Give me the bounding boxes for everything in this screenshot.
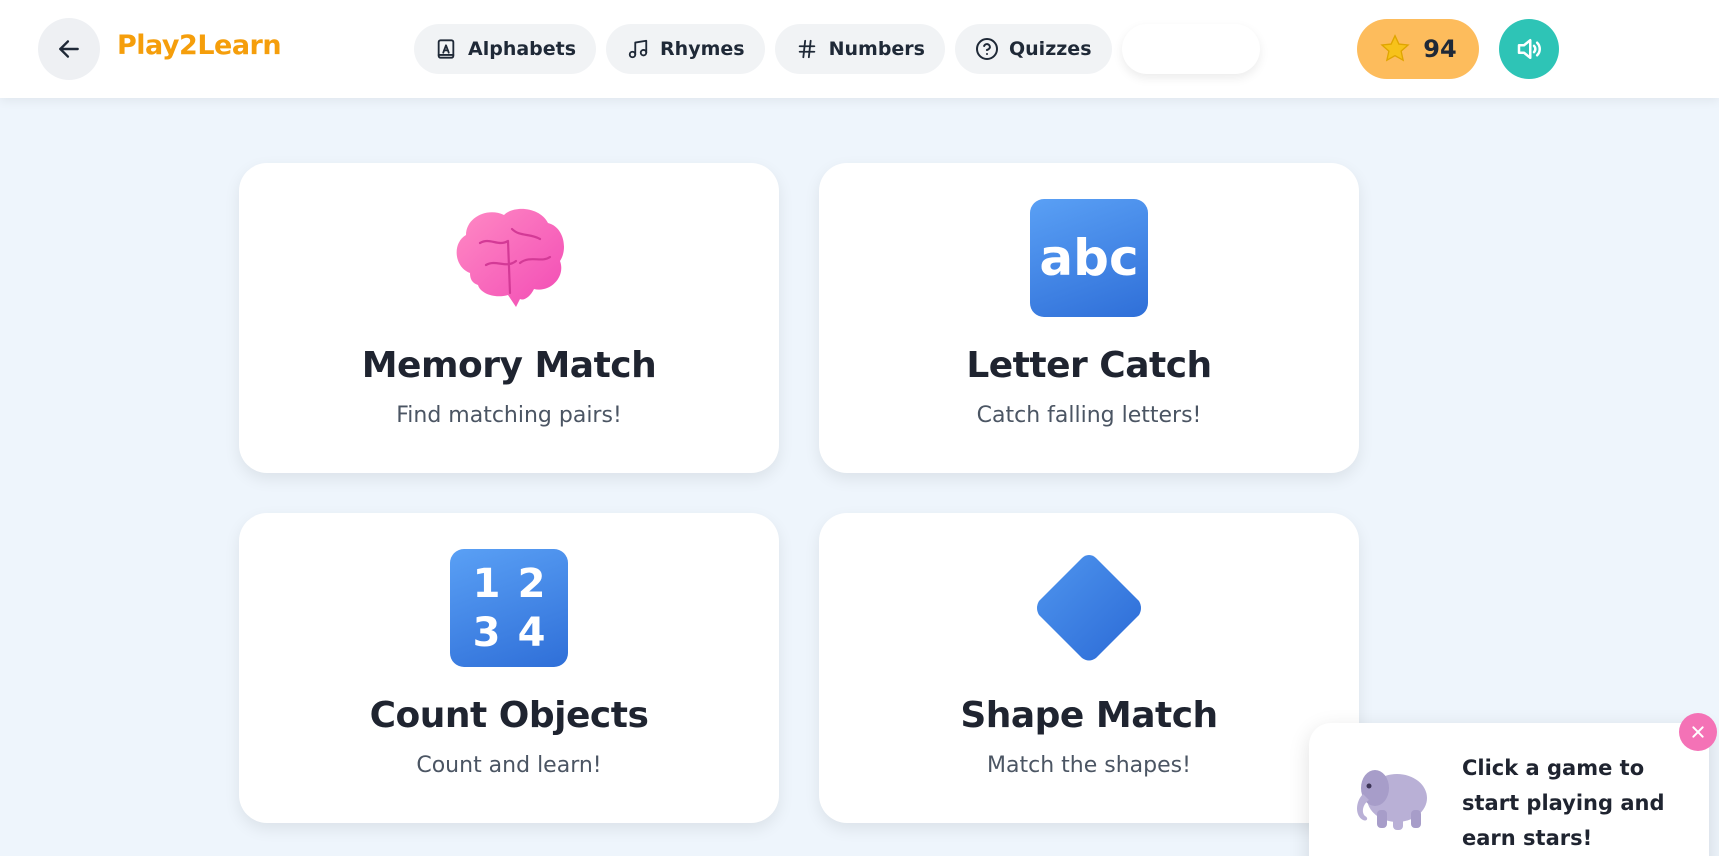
nav-numbers-label: Numbers: [828, 38, 925, 60]
game-subtitle: Find matching pairs!: [396, 403, 622, 428]
game-title: Memory Match: [361, 345, 657, 386]
hint-message: Click a game to start playing and earn s…: [1462, 756, 1665, 850]
question-circle-icon: [975, 37, 999, 61]
hint-toast: Click a game to start playing and earn s…: [1309, 723, 1709, 856]
abc-icon: abc: [1030, 199, 1148, 317]
tile-number: 2: [517, 560, 546, 607]
nav-quizzes-label: Quizzes: [1009, 38, 1092, 60]
tile-number: 1: [472, 560, 501, 607]
game-title: Shape Match: [960, 695, 1218, 736]
app-logo[interactable]: Play2Learn: [117, 30, 282, 61]
nav-alphabets[interactable]: Alphabets: [414, 24, 597, 74]
tile-number: 3: [472, 609, 501, 656]
star-score-badge: 94: [1357, 19, 1479, 79]
abc-tile-text: abc: [1030, 199, 1148, 317]
blue-diamond-icon: [1030, 549, 1148, 667]
nav-rhymes[interactable]: Rhymes: [606, 24, 765, 74]
star-count: 94: [1423, 35, 1457, 63]
nav-rhymes-label: Rhymes: [660, 38, 745, 60]
game-subtitle: Catch falling letters!: [976, 403, 1202, 428]
tile-number: 4: [517, 609, 546, 656]
nav-alphabets-label: Alphabets: [468, 38, 577, 60]
toast-close-button[interactable]: [1679, 713, 1717, 751]
game-title: Count Objects: [369, 695, 649, 736]
game-subtitle: Count and learn!: [416, 753, 602, 778]
game-card-memory-match[interactable]: Memory Match Find matching pairs!: [239, 163, 779, 473]
alphabet-book-icon: [434, 37, 458, 61]
game-subtitle: Match the shapes!: [987, 753, 1191, 778]
nav-numbers[interactable]: Numbers: [774, 24, 945, 74]
sound-toggle-button[interactable]: [1499, 19, 1559, 79]
elephant-icon: [1349, 758, 1433, 834]
numbers-tile: 1 2 3 4: [450, 549, 568, 667]
brain-icon: [450, 199, 568, 317]
main-nav: Alphabets Rhymes Numbers Quizzes: [414, 24, 1260, 74]
top-bar: Play2Learn Alphabets Rhymes Numbers Quiz…: [0, 0, 1719, 98]
game-title: Letter Catch: [966, 345, 1212, 386]
close-icon: [1692, 726, 1704, 738]
nav-quizzes[interactable]: Quizzes: [955, 24, 1112, 74]
nav-empty-pill[interactable]: [1121, 24, 1260, 74]
music-note-icon: [626, 37, 650, 61]
back-button[interactable]: [38, 18, 100, 80]
game-card-letter-catch[interactable]: abc Letter Catch Catch falling letters!: [819, 163, 1359, 473]
hash-icon: [795, 37, 819, 61]
star-icon: [1380, 34, 1410, 62]
speaker-icon: [1517, 39, 1541, 59]
game-card-count-objects[interactable]: 1 2 3 4 Count Objects Count and learn!: [239, 513, 779, 823]
game-card-shape-match[interactable]: Shape Match Match the shapes!: [819, 513, 1359, 823]
arrow-left-icon: [59, 40, 79, 58]
numbers-1234-icon: 1 2 3 4: [450, 549, 568, 667]
